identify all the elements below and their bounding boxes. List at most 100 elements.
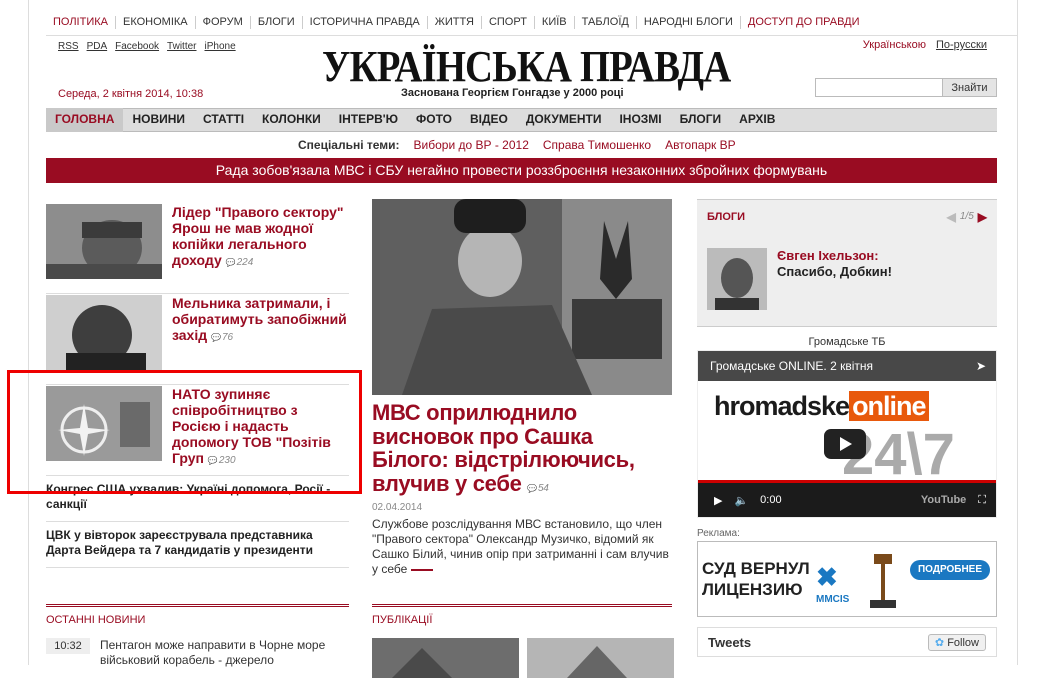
mmcis-logo-icon: ✖ xyxy=(816,562,838,592)
news-item: Лідер "Правого сектору" Ярош не мав жодн… xyxy=(46,203,349,294)
video-time: 0:00 xyxy=(760,494,782,506)
ad-brand: MMCIS xyxy=(816,594,850,605)
twitter-bird-icon: ✿ xyxy=(934,636,945,649)
right-column: БЛОГИ ◀ 1/5 ▶ Євген Іхельзон: Спасибо, Д… xyxy=(697,199,997,657)
nav-documents[interactable]: ДОКУМЕНТИ xyxy=(517,108,611,132)
nav-photo[interactable]: ФОТО xyxy=(407,108,461,132)
play-icon[interactable] xyxy=(824,429,866,459)
special-topics: Спеціальні теми: Вибори до ВР - 2012 Спр… xyxy=(298,138,736,152)
topnav-blogs[interactable]: БЛОГИ xyxy=(251,15,303,29)
lang-russian[interactable]: По-русски xyxy=(936,39,987,51)
news-thumbnail[interactable] xyxy=(46,386,162,461)
topnav-history[interactable]: ІСТОРИЧНА ПРАВДА xyxy=(303,15,428,29)
nav-foreign-media[interactable]: ІНОЗМІ xyxy=(610,108,670,132)
blogs-header: БЛОГИ ◀ 1/5 ▶ xyxy=(697,199,997,233)
pda-link[interactable]: PDA xyxy=(87,41,108,52)
publication-thumbnail[interactable] xyxy=(372,638,519,678)
news-title: НАТО зупиняє співробітництво з Росією і … xyxy=(172,386,331,466)
publications-head: ПУБЛІКАЦІЇ xyxy=(372,604,672,626)
news-link[interactable]: Лідер "Правого сектору" Ярош не мав жодн… xyxy=(172,204,349,293)
nav-interviews[interactable]: ІНТЕРВ'Ю xyxy=(330,108,407,132)
topnav-forum[interactable]: ФОРУМ xyxy=(196,15,251,29)
share-icon[interactable]: ➤ xyxy=(976,351,986,381)
breaking-news-banner[interactable]: Рада зобов'язала МВС і СБУ негайно прове… xyxy=(46,158,997,183)
comment-count: 230 xyxy=(208,455,236,466)
search-input[interactable] xyxy=(815,78,943,97)
topnav-people-blogs[interactable]: НАРОДНІ БЛОГИ xyxy=(637,15,741,29)
hero-title-link[interactable]: МВС оприлюднило висновок про Сашка Білог… xyxy=(372,401,672,500)
topnav-tabloid[interactable]: ТАБЛОЇД xyxy=(575,15,637,29)
nav-home[interactable]: ГОЛОВНА xyxy=(46,108,124,132)
video-controls: ▶ 🔈 0:00 YouTube ⛶ xyxy=(698,483,996,517)
nav-news[interactable]: НОВИНИ xyxy=(123,108,194,132)
topnav-economics[interactable]: ЕКОНОМІКА xyxy=(116,15,196,29)
topnav-access[interactable]: ДОСТУП ДО ПРАВДИ xyxy=(741,16,867,29)
nav-articles[interactable]: СТАТТІ xyxy=(194,108,253,132)
language-switch: Українською По-русски xyxy=(863,39,987,51)
comment-count: 54 xyxy=(527,483,549,494)
site-logo[interactable]: УКРАЇНСЬКА ПРАВДА xyxy=(322,44,731,90)
next-arrow-icon[interactable]: ▶ xyxy=(978,210,987,224)
nav-archive[interactable]: АРХІВ xyxy=(730,108,784,132)
ad-more-button[interactable]: ПОДРОБНЕЕ xyxy=(910,560,990,580)
news-link[interactable]: Мельника затримали, і обиратимуть запобі… xyxy=(172,295,349,384)
blog-author: Євген Іхельзон: xyxy=(777,248,879,263)
video-player[interactable]: hromadske online 24\7 Громадське ONLINE. … xyxy=(697,350,997,518)
tagline: Заснована Георгієм Гонгадзе у 2000 році xyxy=(401,87,624,99)
play-button-icon[interactable]: ▶ xyxy=(714,494,722,507)
rss-link[interactable]: RSS xyxy=(58,41,79,52)
topnav-politics[interactable]: ПОЛІТИКА xyxy=(46,15,116,29)
main-nav: ГОЛОВНА НОВИНИ СТАТТІ КОЛОНКИ ІНТЕРВ'Ю Ф… xyxy=(46,108,997,132)
search-button[interactable]: Знайти xyxy=(943,78,997,97)
news-thumbnail[interactable] xyxy=(46,295,162,370)
hero-lead-text: Службове розслідування МВС встановило, щ… xyxy=(372,517,669,576)
nav-video[interactable]: ВІДЕО xyxy=(461,108,517,132)
current-date: Середа, 2 квітня 2014, 10:38 xyxy=(58,88,204,100)
news-time: 10:32 xyxy=(46,638,90,654)
fullscreen-icon[interactable]: ⛶ xyxy=(978,494,986,507)
read-more-link[interactable] xyxy=(411,568,434,571)
comment-count: 76 xyxy=(211,332,233,343)
facebook-link[interactable]: Facebook xyxy=(115,41,159,52)
special-topic-elections[interactable]: Вибори до ВР - 2012 xyxy=(414,138,529,152)
latest-news-item[interactable]: 10:32 Пентагон може направити в Чорне мо… xyxy=(46,638,349,668)
news-item: Мельника затримали, і обиратимуть запобі… xyxy=(46,294,349,385)
topnav-life[interactable]: ЖИТТЯ xyxy=(428,15,482,29)
iphone-link[interactable]: iPhone xyxy=(205,41,236,52)
special-topic-autopark[interactable]: Автопарк ВР xyxy=(665,138,736,152)
prev-arrow-icon[interactable]: ◀ xyxy=(947,210,956,224)
news-link[interactable]: НАТО зупиняє співробітництво з Росією і … xyxy=(172,386,349,475)
publication-thumbnail[interactable] xyxy=(527,638,674,678)
special-topic-tymoshenko[interactable]: Справа Тимошенко xyxy=(543,138,651,152)
ad-headline: СУД ВЕРНУЛ ЛИЦЕНЗИЮ xyxy=(702,559,810,599)
hero-title: МВС оприлюднило висновок про Сашка Білог… xyxy=(372,400,635,496)
lang-ukrainian[interactable]: Українською xyxy=(863,39,926,51)
blog-title: Спасибо, Добкин! xyxy=(777,264,892,279)
tweets-title: Tweets xyxy=(708,634,752,650)
blog-item[interactable]: Євген Іхельзон: Спасибо, Добкин! xyxy=(697,233,997,327)
news-link-small[interactable]: ЦВК у вівторок зареєструвала представник… xyxy=(46,522,349,568)
twitter-link[interactable]: Twitter xyxy=(167,41,196,52)
video-title-bar: Громадське ONLINE. 2 квітня ➤ xyxy=(698,351,996,381)
topnav-sport[interactable]: СПОРТ xyxy=(482,15,535,29)
hero-date: 02.04.2014 xyxy=(372,502,423,513)
special-topics-label: Спеціальні теми: xyxy=(298,138,400,152)
search-form: Знайти xyxy=(815,78,997,97)
follow-button[interactable]: ✿ Follow xyxy=(927,633,986,651)
volume-icon[interactable]: 🔈 xyxy=(734,494,748,507)
hero-image[interactable] xyxy=(372,199,672,395)
avatar xyxy=(707,248,767,310)
service-links: RSS PDA Facebook Twitter iPhone xyxy=(58,41,236,52)
blogs-pager: ◀ 1/5 ▶ xyxy=(947,210,987,224)
blogs-title: БЛОГИ xyxy=(707,210,746,223)
news-text: Пентагон може направити в Чорне море вій… xyxy=(100,638,326,667)
nav-blogs[interactable]: БЛОГИ xyxy=(671,108,731,132)
youtube-logo[interactable]: YouTube xyxy=(921,494,966,506)
topnav-kyiv[interactable]: КИЇВ xyxy=(535,15,575,29)
news-thumbnail[interactable] xyxy=(46,204,162,279)
news-item: НАТО зупиняє співробітництво з Росією і … xyxy=(46,385,349,476)
news-link-small[interactable]: Конгрес США ухвалив: Україні допомога, Р… xyxy=(46,476,349,522)
ad-banner[interactable]: СУД ВЕРНУЛ ЛИЦЕНЗИЮ ✖ MMCIS ПОДРОБНЕЕ xyxy=(697,541,997,617)
nav-columns[interactable]: КОЛОНКИ xyxy=(253,108,330,132)
ad-label: Реклама: xyxy=(697,528,740,539)
